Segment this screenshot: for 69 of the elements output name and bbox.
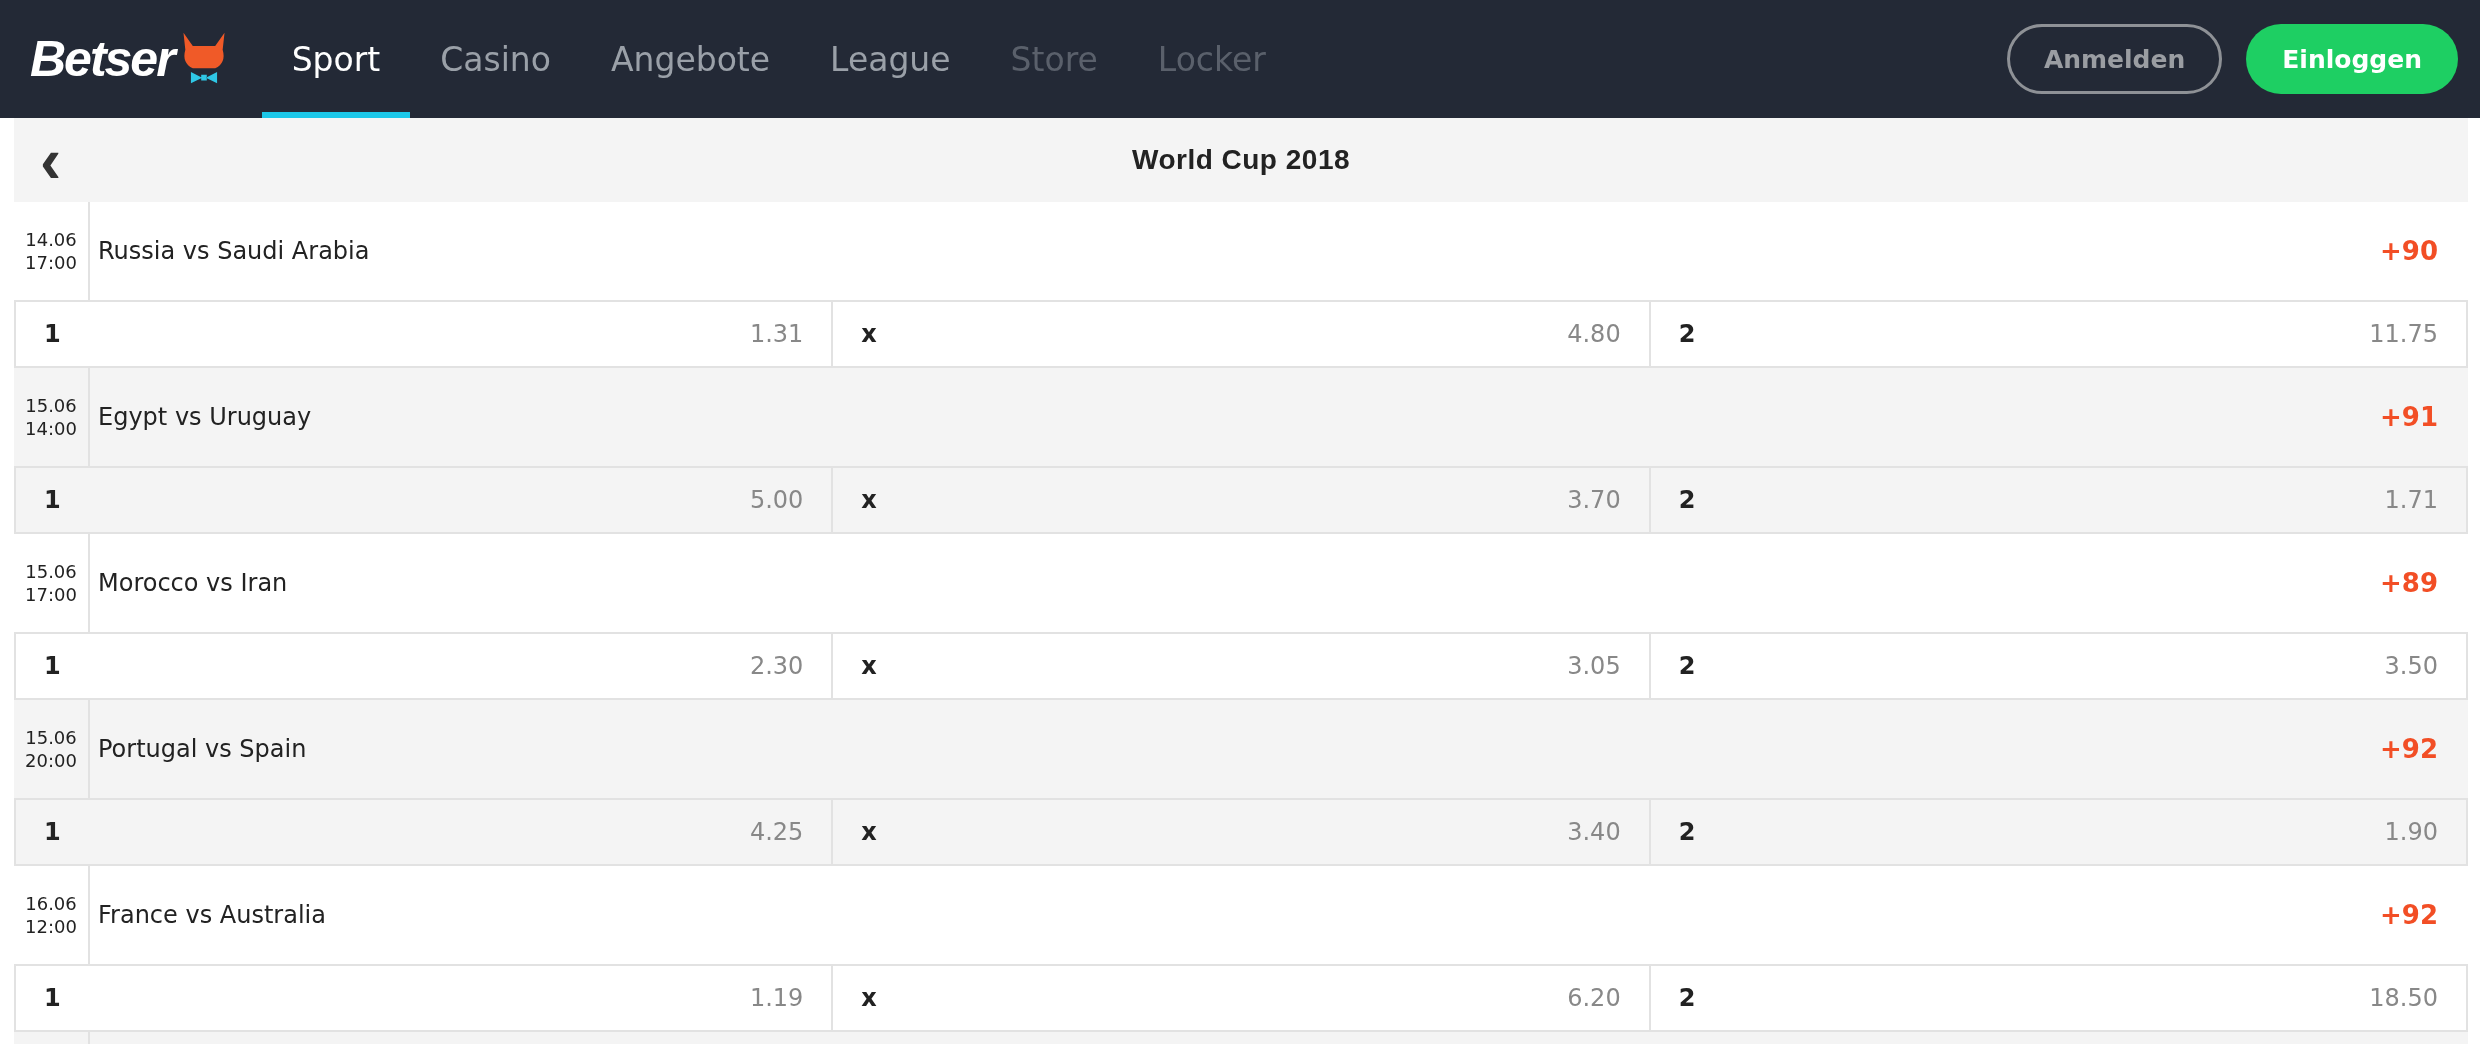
match-name[interactable]: Portugal vs Spain xyxy=(90,735,2381,763)
back-button[interactable]: ‹ xyxy=(40,130,100,190)
match-name[interactable]: Morocco vs Iran xyxy=(90,569,2381,597)
odds-label: 2 xyxy=(1678,818,1696,846)
odds-label: 1 xyxy=(44,984,61,1012)
match-name[interactable]: France vs Australia xyxy=(90,901,2381,929)
odds-label: 1 xyxy=(44,652,61,680)
odds-value: 1.90 xyxy=(2384,818,2438,846)
odds-value: 6.20 xyxy=(1567,984,1621,1012)
match-time: 17:00 xyxy=(25,583,77,606)
odds-value: 18.50 xyxy=(2369,984,2438,1012)
odds-button[interactable]: 2 18.50 xyxy=(1650,966,2466,1030)
match-name[interactable]: Russia vs Saudi Arabia xyxy=(90,237,2381,265)
more-markets-link[interactable]: +92 xyxy=(2380,900,2468,930)
odds-button[interactable]: x 3.70 xyxy=(833,468,1651,532)
match-date: 14.06 xyxy=(25,228,77,251)
odds-button[interactable]: 1 1.19 xyxy=(16,966,834,1030)
odds-button[interactable]: x 3.40 xyxy=(833,800,1651,864)
match-time: 14:00 xyxy=(25,417,77,440)
odds-label: 2 xyxy=(1678,486,1696,514)
odds-button[interactable]: 1 4.25 xyxy=(16,800,834,864)
odds-label: 1 xyxy=(44,486,61,514)
match-name[interactable]: Egypt vs Uruguay xyxy=(90,403,2381,431)
odds-button[interactable]: 2 11.75 xyxy=(1650,302,2466,366)
odds-button[interactable]: 2 1.90 xyxy=(1650,800,2466,864)
match-date: 15.06 xyxy=(25,560,77,583)
odds-value: 1.31 xyxy=(749,320,804,348)
odds-label: 2 xyxy=(1678,652,1696,680)
odds-value: 3.40 xyxy=(1567,818,1621,846)
match-time: 12:00 xyxy=(25,915,77,938)
odds-value: 2.30 xyxy=(749,652,804,680)
odds-value: 1.71 xyxy=(2384,486,2438,514)
odds-value: 1.19 xyxy=(749,984,804,1012)
odds-value: 11.75 xyxy=(2369,320,2438,348)
odds-button[interactable]: 1 5.00 xyxy=(16,468,834,532)
odds-button[interactable]: x 6.20 xyxy=(833,966,1651,1030)
odds-button[interactable]: x 4.80 xyxy=(833,302,1651,366)
more-markets-link[interactable]: +89 xyxy=(2380,568,2468,598)
odds-value: 3.50 xyxy=(2384,652,2438,680)
match-date: 15.06 xyxy=(25,726,77,749)
odds-label: x xyxy=(861,486,877,514)
odds-button[interactable]: 1 1.31 xyxy=(16,302,834,366)
odds-value: 5.00 xyxy=(749,486,804,514)
odds-label: x xyxy=(861,320,877,348)
odds-value: 4.25 xyxy=(749,818,804,846)
odds-label: 2 xyxy=(1678,320,1696,348)
odds-button[interactable]: 2 3.50 xyxy=(1650,634,2466,698)
odds-value: 4.80 xyxy=(1567,320,1621,348)
nav-tab[interactable]: Angebote xyxy=(580,0,801,118)
odds-label: 1 xyxy=(44,818,61,846)
page-title: World Cup 2018 xyxy=(1131,144,1351,176)
odds-label: x xyxy=(861,818,877,846)
odds-button[interactable]: x 3.05 xyxy=(833,634,1651,698)
odds-label: 2 xyxy=(1678,984,1696,1012)
odds-label: x xyxy=(861,652,877,680)
nav-tab[interactable]: League xyxy=(800,0,981,118)
match-date: 15.06 xyxy=(25,394,77,417)
odds-label: 1 xyxy=(44,320,61,348)
odds-button[interactable]: 2 1.71 xyxy=(1650,468,2466,532)
odds-value: 3.70 xyxy=(1567,486,1621,514)
match-time: 20:00 xyxy=(25,749,77,772)
match-date: 16.06 xyxy=(25,892,77,915)
odds-label: x xyxy=(861,984,877,1012)
match-time: 17:00 xyxy=(25,251,77,274)
register-button[interactable]: Anmelden xyxy=(2006,24,2223,94)
odds-button[interactable]: 1 2.30 xyxy=(16,634,834,698)
more-markets-link[interactable]: +90 xyxy=(2380,236,2468,266)
nav-tab[interactable]: Casino xyxy=(410,0,581,118)
odds-value: 3.05 xyxy=(1567,652,1621,680)
